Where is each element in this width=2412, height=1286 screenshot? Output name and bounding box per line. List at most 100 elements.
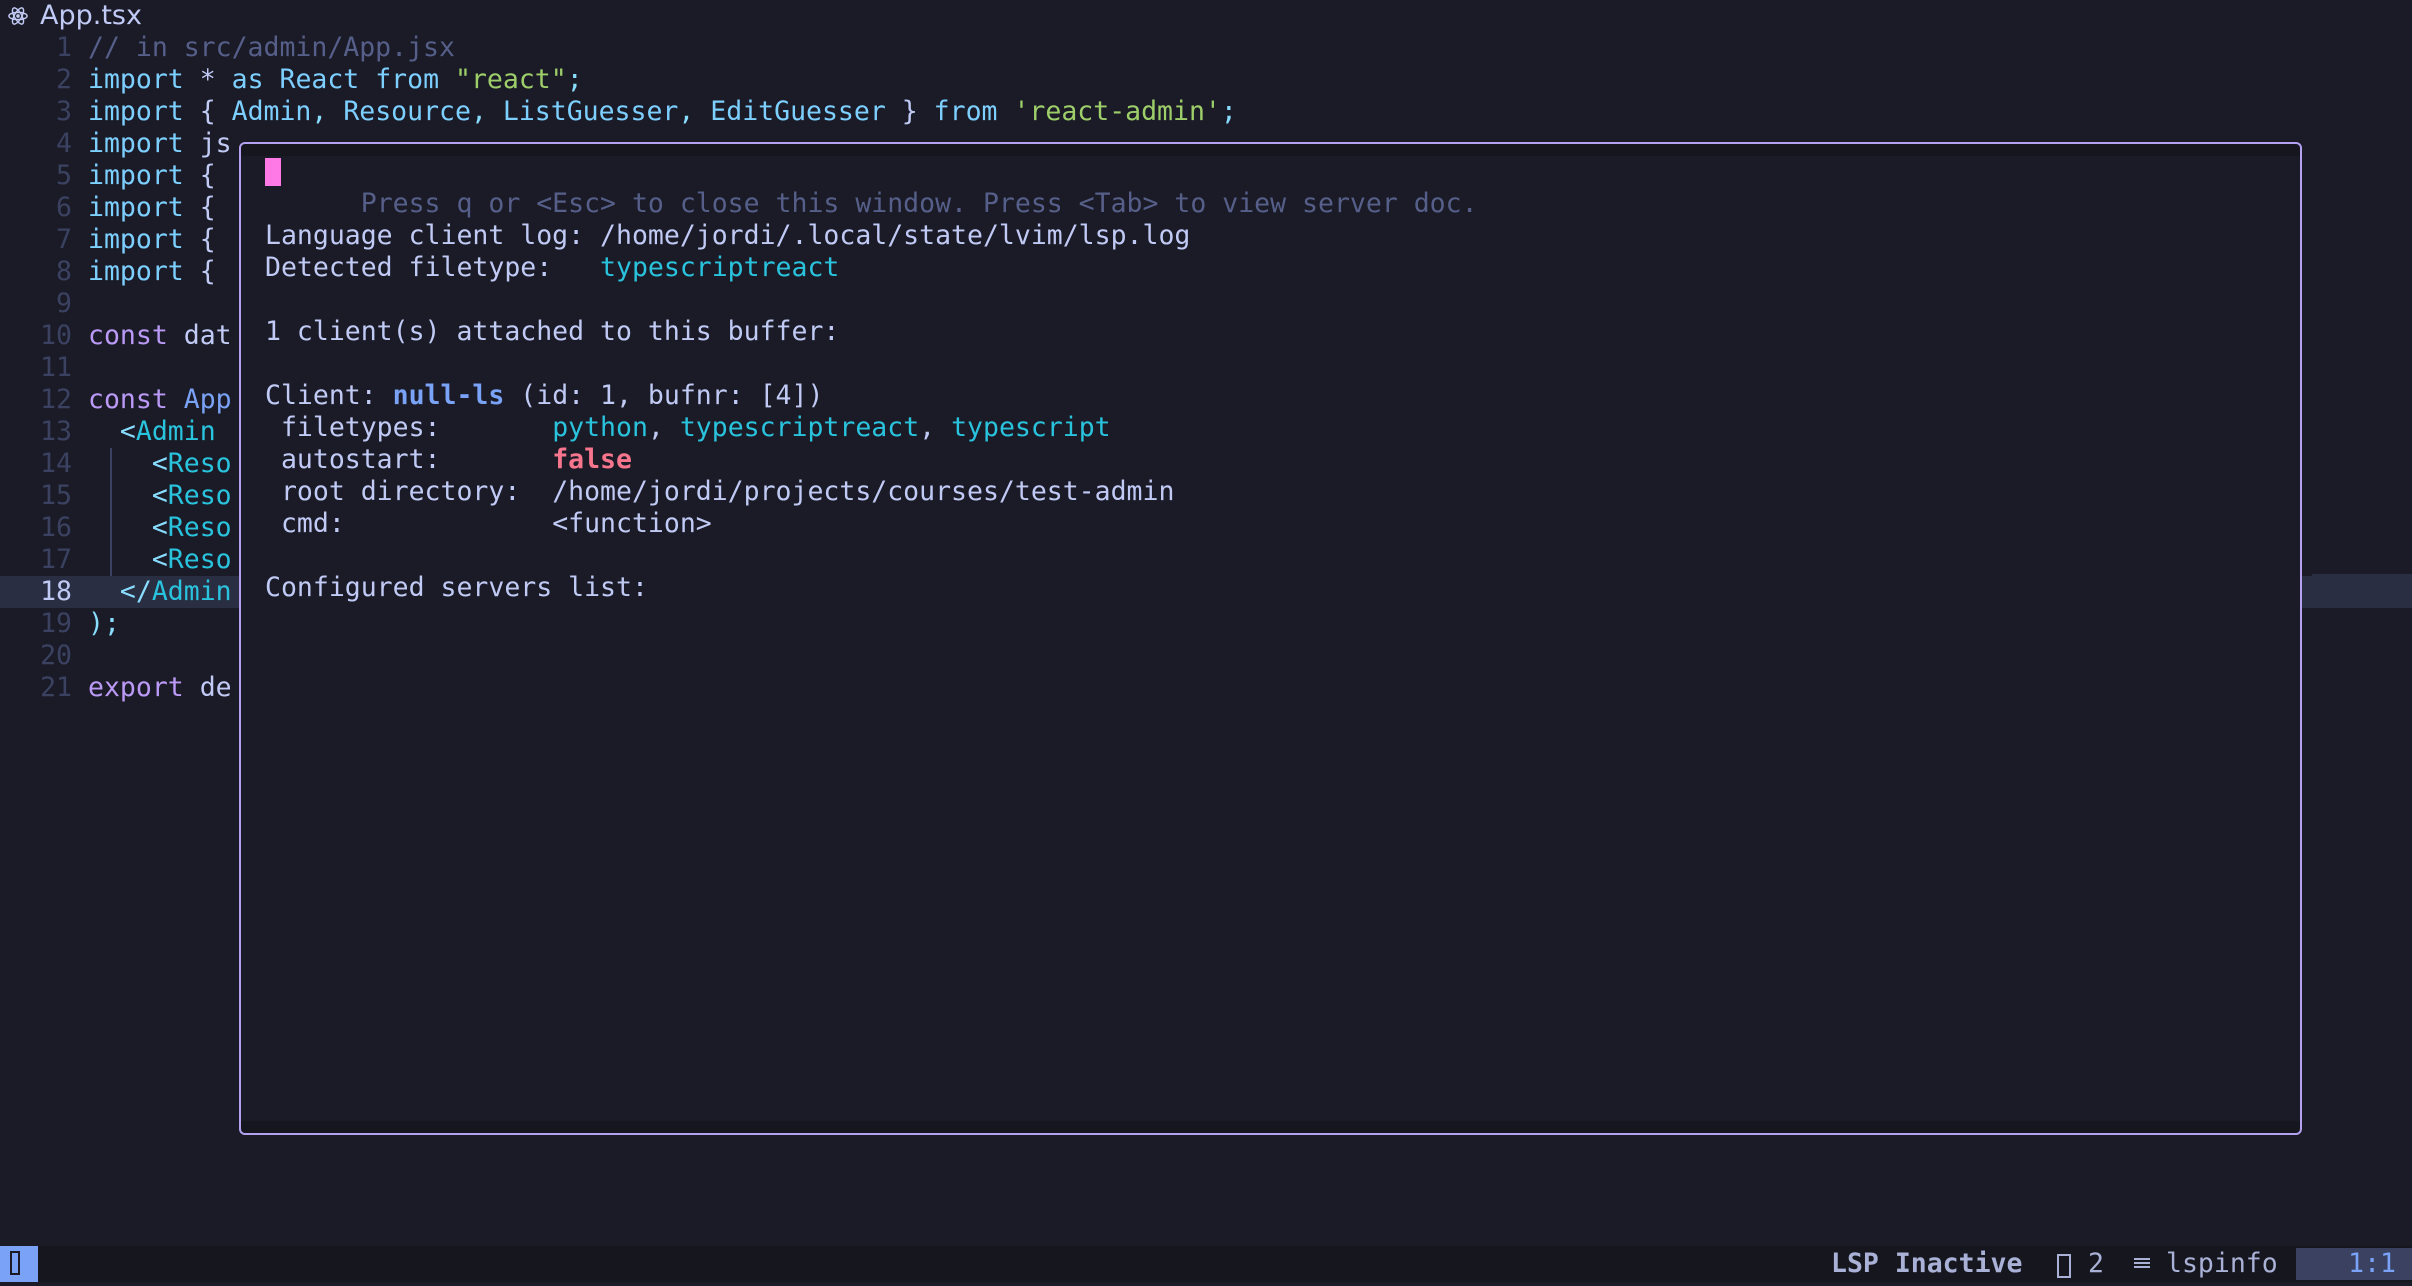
code-token: ; [1220, 96, 1237, 127]
log-path: /home/jordi/.local/state/lvim/lsp.log [600, 220, 1191, 251]
line-number: 14 [40, 448, 72, 479]
code-token: from [933, 96, 998, 127]
line-code: import js [88, 128, 232, 160]
line-number: 19 [40, 608, 72, 639]
code-token: { [183, 192, 216, 223]
autostart-label: autostart: [265, 444, 553, 475]
filetype-icon [2134, 1258, 2150, 1272]
code-token: < [119, 416, 136, 447]
code-token: dat [167, 320, 232, 351]
buffer-count: 2 [2088, 1248, 2104, 1279]
configured-line: Configured servers list: [265, 572, 648, 603]
code-token: EditGuesser [710, 96, 886, 127]
filetype-python: python [552, 412, 648, 443]
root-line: root directory: /home/jordi/projects/cou… [265, 476, 1174, 508]
code-line[interactable]: 3 import { Admin, Resource, ListGuesser, … [0, 96, 2412, 128]
line-code: import { [88, 224, 216, 256]
lspinfo-window[interactable]: Press q or <Esc> to close this window. P… [239, 142, 2302, 1135]
code-token: ListGuesser [502, 96, 679, 127]
cursor-position: 1:1 [2296, 1248, 2412, 1280]
code-token: </ [119, 576, 152, 607]
cmd-label: cmd: [265, 508, 553, 539]
autostart-value: false [552, 444, 632, 475]
client-name: null-ls [392, 380, 505, 411]
file-tab-name[interactable]: App.tsx [40, 0, 142, 32]
line-code: export de [88, 672, 232, 704]
code-line[interactable]: 1 // in src/admin/App.jsx [0, 32, 2412, 64]
filetype-status: lspinfo [2166, 1248, 2278, 1279]
close-hint: Press q or <Esc> to close this window. P… [360, 188, 1478, 219]
log-line: Language client log: /home/jordi/.local/… [265, 220, 1190, 252]
line-number: 20 [40, 640, 72, 671]
code-token: import [88, 256, 184, 287]
filetypes-label: filetypes: [265, 412, 553, 443]
client-line: Client: null-ls (id: 1, bufnr: [4]) [265, 380, 823, 412]
mode-icon [10, 1251, 20, 1275]
line-code: import { [88, 192, 216, 224]
code-line[interactable]: 2 import * as React from "react"; [0, 64, 2412, 96]
code-token: Admin [231, 96, 312, 127]
client-meta: (id: 1, bufnr: [4]) [504, 380, 824, 411]
line-code: const App [88, 384, 232, 416]
line-number: 6 [56, 192, 72, 223]
line-number: 9 [56, 288, 72, 319]
code-token: import [88, 160, 184, 191]
line-number: 4 [56, 128, 72, 159]
statusline: LSP Inactive 2 lspinfo 1:1 [0, 1246, 2412, 1282]
line-number: 17 [40, 544, 72, 575]
code-token: const [88, 384, 168, 415]
line-number: 15 [40, 480, 72, 511]
code-token: Admin [151, 576, 232, 607]
line-number: 11 [40, 352, 72, 383]
line-number: 21 [40, 672, 72, 703]
cursorline-right [2312, 574, 2412, 606]
line-number: 13 [40, 416, 72, 447]
code-token: , [470, 96, 503, 127]
line-number: 5 [56, 160, 72, 191]
line-number: 18 [40, 576, 72, 607]
lspinfo-body: Press q or <Esc> to close this window. P… [241, 156, 2300, 1121]
code-token: Reso [167, 448, 232, 479]
line-code: </Admin [88, 576, 232, 608]
hint-line: Press q or <Esc> to close this window. P… [265, 156, 1478, 219]
attached-line: 1 client(s) attached to this buffer: [265, 316, 840, 347]
code-token: js [183, 128, 232, 159]
filetype-value: typescriptreact [600, 252, 840, 283]
code-token: Reso [167, 480, 232, 511]
lsp-status[interactable]: LSP Inactive [1831, 1246, 2022, 1282]
winbar: App.tsx [0, 0, 142, 32]
code-token: import [88, 96, 184, 127]
code-token: Admin [135, 416, 216, 447]
line-code: const dat [88, 320, 232, 352]
log-label: Language client log: [265, 220, 601, 251]
code-token: // in src/admin/App.jsx [88, 32, 455, 63]
line-code: // in src/admin/App.jsx [88, 32, 455, 64]
react-icon [8, 7, 28, 25]
code-token: * [183, 64, 232, 95]
line-number: 16 [40, 512, 72, 543]
mode-indicator [0, 1246, 38, 1282]
code-token: import [88, 64, 184, 95]
cursor-block [265, 158, 281, 186]
code-token: "react" [455, 64, 567, 95]
filetypes-sep: , [919, 412, 952, 443]
filetype-label: Detected filetype: [265, 252, 601, 283]
filetype-typescript: typescript [951, 412, 1111, 443]
code-token: React [263, 64, 376, 95]
cmd-line: cmd: <function> [265, 508, 712, 540]
line-number: 8 [56, 256, 72, 287]
line-code: import { [88, 160, 216, 192]
line-code: ); [88, 608, 120, 640]
line-number: 7 [56, 224, 72, 255]
code-token: < [151, 480, 168, 511]
filetype-line: Detected filetype: typescriptreact [265, 252, 839, 284]
buffer-icon [2057, 1254, 2071, 1278]
code-token: { [183, 256, 216, 287]
